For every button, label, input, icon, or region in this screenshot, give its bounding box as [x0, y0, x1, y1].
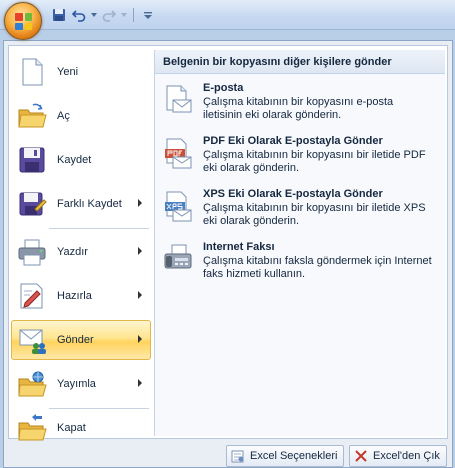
excel-options-label: Excel Seçenekleri	[250, 450, 338, 462]
customize-icon[interactable]	[139, 6, 157, 24]
menu-item-label: Gönder	[57, 334, 94, 346]
submenu-arrow-icon	[138, 379, 142, 387]
redo-dropdown-icon[interactable]	[120, 6, 128, 24]
menu-item-open[interactable]: Aç	[11, 96, 151, 136]
submenu-item-title: E-posta	[203, 82, 244, 94]
new-document-icon	[17, 57, 47, 87]
menu-item-label: Yazdır	[57, 246, 88, 258]
prepare-icon	[17, 281, 47, 311]
save-icon	[17, 145, 47, 175]
menu-item-close[interactable]: Kapat	[11, 408, 151, 448]
office-menu: Yeni Aç Kaydet Farklı Kaydet Yazdır Hazı…	[3, 40, 453, 468]
email-icon	[163, 84, 193, 116]
title-bar	[0, 0, 455, 40]
menu-item-label: Kapat	[57, 422, 86, 434]
menu-item-send[interactable]: Gönder	[11, 320, 151, 360]
submenu-item-description: Çalışma kitabının bir kopyasını e-posta …	[203, 96, 394, 121]
exit-excel-button[interactable]: Excel'den Çık	[349, 445, 447, 467]
pdf-icon	[163, 137, 193, 169]
submenu-item-email[interactable]: E-posta Çalışma kitabının bir kopyasını …	[161, 82, 441, 132]
menu-separator	[49, 228, 149, 229]
menu-footer: Excel Seçenekleri Excel'den Çık	[4, 443, 452, 467]
excel-options-button[interactable]: Excel Seçenekleri	[226, 445, 345, 467]
submenu-item-title: PDF Eki Olarak E-postayla Gönder	[203, 135, 383, 147]
close-icon	[355, 450, 367, 462]
save-icon[interactable]	[50, 6, 68, 24]
fax-icon	[163, 243, 193, 275]
menu-item-prepare[interactable]: Hazırla	[11, 276, 151, 316]
office-button[interactable]	[4, 2, 42, 40]
submenu-item-pdf[interactable]: PDF Eki Olarak E-postayla Gönder Çalışma…	[161, 135, 441, 185]
submenu-arrow-icon	[138, 335, 142, 343]
menu-command-list: Yeni Aç Kaydet Farklı Kaydet Yazdır Hazı…	[9, 46, 153, 441]
submenu-item-title: XPS Eki Olarak E-postayla Gönder	[203, 188, 383, 200]
toolbar-separator	[133, 8, 134, 22]
publish-icon	[17, 369, 47, 399]
menu-item-print[interactable]: Yazdır	[11, 232, 151, 272]
open-folder-icon	[17, 101, 47, 131]
menu-item-label: Kaydet	[57, 154, 92, 166]
send-icon	[17, 325, 47, 355]
menu-item-save[interactable]: Kaydet	[11, 140, 151, 180]
submenu-arrow-icon	[138, 291, 142, 299]
submenu-arrow-icon	[138, 199, 142, 207]
submenu-item-xps[interactable]: XPS Eki Olarak E-postayla Gönder Çalışma…	[161, 188, 441, 238]
close-document-icon	[17, 413, 47, 443]
menu-item-publish[interactable]: Yayımla	[11, 364, 151, 404]
options-icon	[231, 450, 244, 463]
redo-icon[interactable]	[100, 6, 118, 24]
submenu-item-description: Çalışma kitabını faksla göndermek için I…	[203, 255, 432, 280]
xps-icon	[163, 190, 193, 222]
office-menu-body: Yeni Aç Kaydet Farklı Kaydet Yazdır Hazı…	[8, 45, 448, 441]
quick-access-toolbar	[50, 6, 157, 24]
menu-item-save-as[interactable]: Farklı Kaydet	[11, 184, 151, 224]
submenu-header: Belgenin bir kopyasını diğer kişilere gö…	[155, 50, 445, 74]
submenu-item-fax[interactable]: Internet Faksı Çalışma kitabını faksla g…	[161, 241, 441, 291]
menu-item-label: Yeni	[57, 66, 79, 78]
menu-item-new[interactable]: Yeni	[11, 52, 151, 92]
save-as-icon	[17, 189, 47, 219]
send-submenu: Belgenin bir kopyasını diğer kişilere gö…	[154, 50, 445, 436]
office-logo-icon	[15, 13, 32, 30]
submenu-item-description: Çalışma kitabının bir kopyasını bir ilet…	[203, 149, 426, 174]
print-icon	[17, 237, 47, 267]
menu-item-label: Hazırla	[57, 290, 92, 302]
undo-dropdown-icon[interactable]	[90, 6, 98, 24]
submenu-item-description: Çalışma kitabının bir kopyasını bir ilet…	[203, 202, 426, 227]
undo-icon[interactable]	[70, 6, 88, 24]
exit-excel-label: Excel'den Çık	[373, 450, 440, 462]
menu-item-label: Farklı Kaydet	[57, 198, 122, 210]
submenu-arrow-icon	[138, 247, 142, 255]
menu-item-label: Yayımla	[57, 378, 96, 390]
menu-item-label: Aç	[57, 110, 70, 122]
submenu-item-title: Internet Faksı	[203, 241, 275, 253]
